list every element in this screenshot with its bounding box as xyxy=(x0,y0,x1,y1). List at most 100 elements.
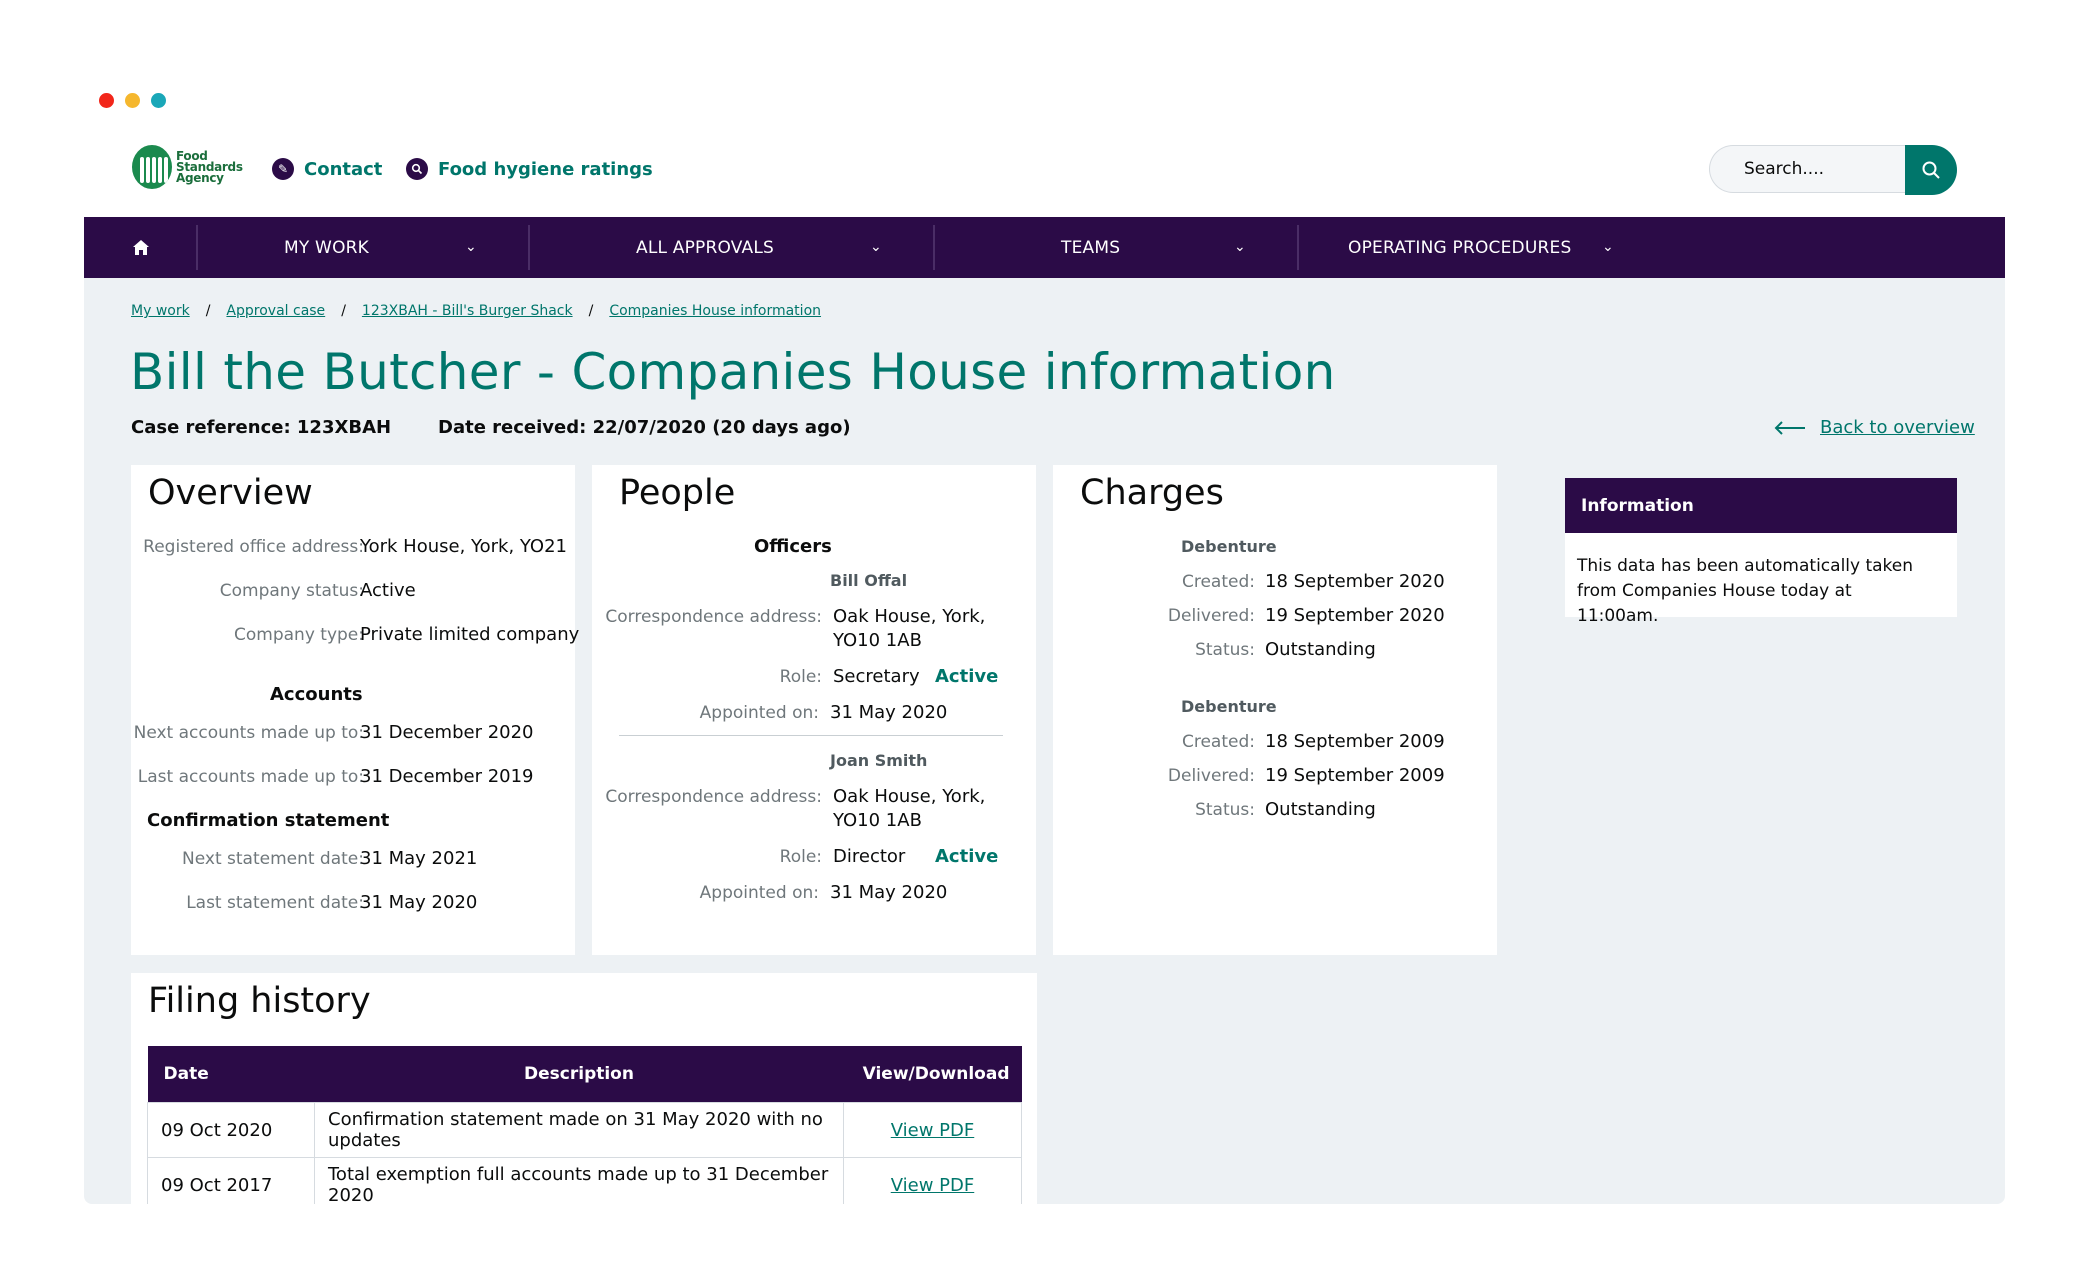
overview-title: Overview xyxy=(148,473,313,513)
overview-card: Overview Registered office address: York… xyxy=(131,465,579,955)
filing-view-cell: View PDF xyxy=(843,1102,1022,1158)
charge-delivered-value: 19 September 2009 xyxy=(1265,765,1445,786)
next-statement-value: 31 May 2021 xyxy=(360,848,478,869)
column-header-description: Description xyxy=(314,1046,844,1103)
officers-heading: Officers xyxy=(754,536,832,557)
nav-divider xyxy=(196,225,198,270)
filing-history-card: Filing history Date Description View/Dow… xyxy=(131,973,1037,1204)
filing-view-cell: View PDF xyxy=(843,1157,1022,1204)
pen-icon: ✎ xyxy=(272,158,294,180)
confirmation-statement-heading: Confirmation statement xyxy=(147,810,390,831)
information-panel: Information This data has been automatic… xyxy=(1565,478,1957,626)
officer-divider xyxy=(619,735,1003,736)
home-icon xyxy=(133,240,149,255)
breadcrumb-separator: / xyxy=(341,303,346,319)
company-status-value: Active xyxy=(360,580,416,601)
page-title: Bill the Butcher - Companies House infor… xyxy=(130,343,1336,401)
charge-type: Debenture xyxy=(1181,537,1277,556)
view-pdf-link[interactable]: View PDF xyxy=(891,1175,975,1196)
case-reference: Case reference: 123XBAH xyxy=(131,417,392,438)
site-header: Food Standards Agency ✎ Contact Food hyg… xyxy=(0,130,2081,217)
nav-divider xyxy=(933,225,935,270)
chevron-down-icon: ⌄ xyxy=(1234,239,1246,255)
nav-item-all-approvals[interactable]: ALL APPROVALS xyxy=(636,217,774,278)
back-to-overview-link[interactable]: Back to overview xyxy=(1774,417,1975,438)
charge-created-value: 18 September 2020 xyxy=(1265,571,1445,592)
nav-item-label: OPERATING PROCEDURES xyxy=(1348,237,1572,258)
charge-status-label: Status: xyxy=(1195,640,1255,660)
charge-delivered-label: Delivered: xyxy=(1167,766,1255,786)
minimize-window-dot[interactable] xyxy=(125,93,140,108)
nav-item-operating-procedures[interactable]: OPERATING PROCEDURES xyxy=(1348,217,1571,278)
breadcrumb-approval-case[interactable]: Approval case xyxy=(226,303,325,319)
table-header-row: Date Description View/Download xyxy=(147,1046,1022,1103)
next-accounts-value: 31 December 2020 xyxy=(360,722,534,743)
nav-item-label: ALL APPROVALS xyxy=(636,237,775,258)
appointed-value: 31 May 2020 xyxy=(830,702,948,723)
arrow-left-icon xyxy=(1774,420,1805,435)
column-header-view: View/Download xyxy=(843,1046,1022,1103)
correspondence-address-label: Correspondence address: xyxy=(605,787,822,807)
nav-item-my-work[interactable]: MY WORK xyxy=(284,217,369,278)
maximize-window-dot[interactable] xyxy=(151,93,166,108)
charges-card: Charges Debenture Created: 18 September … xyxy=(1053,465,1497,955)
registered-office-value: York House, York, YO21 xyxy=(360,536,567,557)
filing-date: 09 Oct 2017 xyxy=(147,1157,315,1204)
food-hygiene-ratings-label: Food hygiene ratings xyxy=(438,158,653,180)
nav-divider xyxy=(528,225,530,270)
breadcrumb-separator: / xyxy=(588,303,594,319)
filing-history-title: Filing history xyxy=(148,981,371,1021)
next-statement-label: Next statement date: xyxy=(182,849,364,869)
registered-office-label: Registered office address: xyxy=(143,537,364,557)
food-hygiene-ratings-link[interactable]: Food hygiene ratings xyxy=(406,158,653,180)
officer-name: Joan Smith xyxy=(830,751,928,770)
nav-home[interactable] xyxy=(84,217,198,278)
appointed-label: Appointed on: xyxy=(699,883,819,903)
officer-status-badge: Active xyxy=(935,846,999,867)
table-row: 09 Oct 2020 Confirmation statement made … xyxy=(147,1102,1022,1158)
charge-created-value: 18 September 2009 xyxy=(1265,731,1445,752)
search-icon xyxy=(406,158,428,180)
close-window-dot[interactable] xyxy=(99,93,114,108)
company-status-label: Company status: xyxy=(219,581,364,601)
breadcrumb-my-work[interactable]: My work xyxy=(131,303,190,319)
last-statement-value: 31 May 2020 xyxy=(360,892,478,913)
correspondence-address-label: Correspondence address: xyxy=(605,607,822,627)
main-nav: MY WORK ⌄ ALL APPROVALS ⌄ TEAMS ⌄ OPERAT… xyxy=(84,217,2005,278)
people-title: People xyxy=(619,473,736,513)
nav-item-teams[interactable]: TEAMS xyxy=(1061,217,1120,278)
last-accounts-label: Last accounts made up to: xyxy=(137,767,364,787)
officer-name: Bill Offal xyxy=(830,571,908,590)
charge-delivered-value: 19 September 2020 xyxy=(1265,605,1445,626)
logo-line: Agency xyxy=(176,170,224,185)
chevron-down-icon: ⌄ xyxy=(870,239,882,255)
nav-divider xyxy=(1297,225,1299,270)
correspondence-address-line2: YO10 1AB xyxy=(833,810,922,831)
search-icon xyxy=(1922,161,1940,179)
search-input[interactable] xyxy=(1709,145,1905,193)
contact-link-label: Contact xyxy=(304,158,383,180)
correspondence-address-line2: YO10 1AB xyxy=(833,630,922,651)
breadcrumb-current[interactable]: Companies House information xyxy=(609,303,821,319)
next-accounts-label: Next accounts made up to: xyxy=(133,723,364,743)
information-heading: Information xyxy=(1565,478,1957,533)
contact-link[interactable]: ✎ Contact xyxy=(272,158,382,180)
logo-emblem-icon xyxy=(132,145,172,189)
back-to-overview-label: Back to overview xyxy=(1820,417,1975,438)
charges-title: Charges xyxy=(1080,473,1224,513)
nav-item-label: MY WORK xyxy=(284,237,370,258)
column-header-date: Date xyxy=(147,1046,315,1103)
date-received: Date received: 22/07/2020 (20 days ago) xyxy=(438,417,851,438)
role-value: Secretary xyxy=(833,666,920,687)
view-pdf-link[interactable]: View PDF xyxy=(891,1120,975,1141)
search-button[interactable] xyxy=(1905,145,1957,195)
appointed-value: 31 May 2020 xyxy=(830,882,948,903)
charge-created-label: Created: xyxy=(1181,572,1255,592)
filing-description: Confirmation statement made on 31 May 20… xyxy=(314,1102,844,1158)
charge-status-value: Outstanding xyxy=(1265,639,1376,660)
charge-status-label: Status: xyxy=(1195,800,1255,820)
last-statement-label: Last statement date: xyxy=(186,893,364,913)
breadcrumb-case[interactable]: 123XBAH - Bill's Burger Shack xyxy=(362,303,573,319)
fsa-logo[interactable]: Food Standards Agency xyxy=(132,145,243,189)
app-frame: MY WORK ⌄ ALL APPROVALS ⌄ TEAMS ⌄ OPERAT… xyxy=(84,217,2005,1204)
